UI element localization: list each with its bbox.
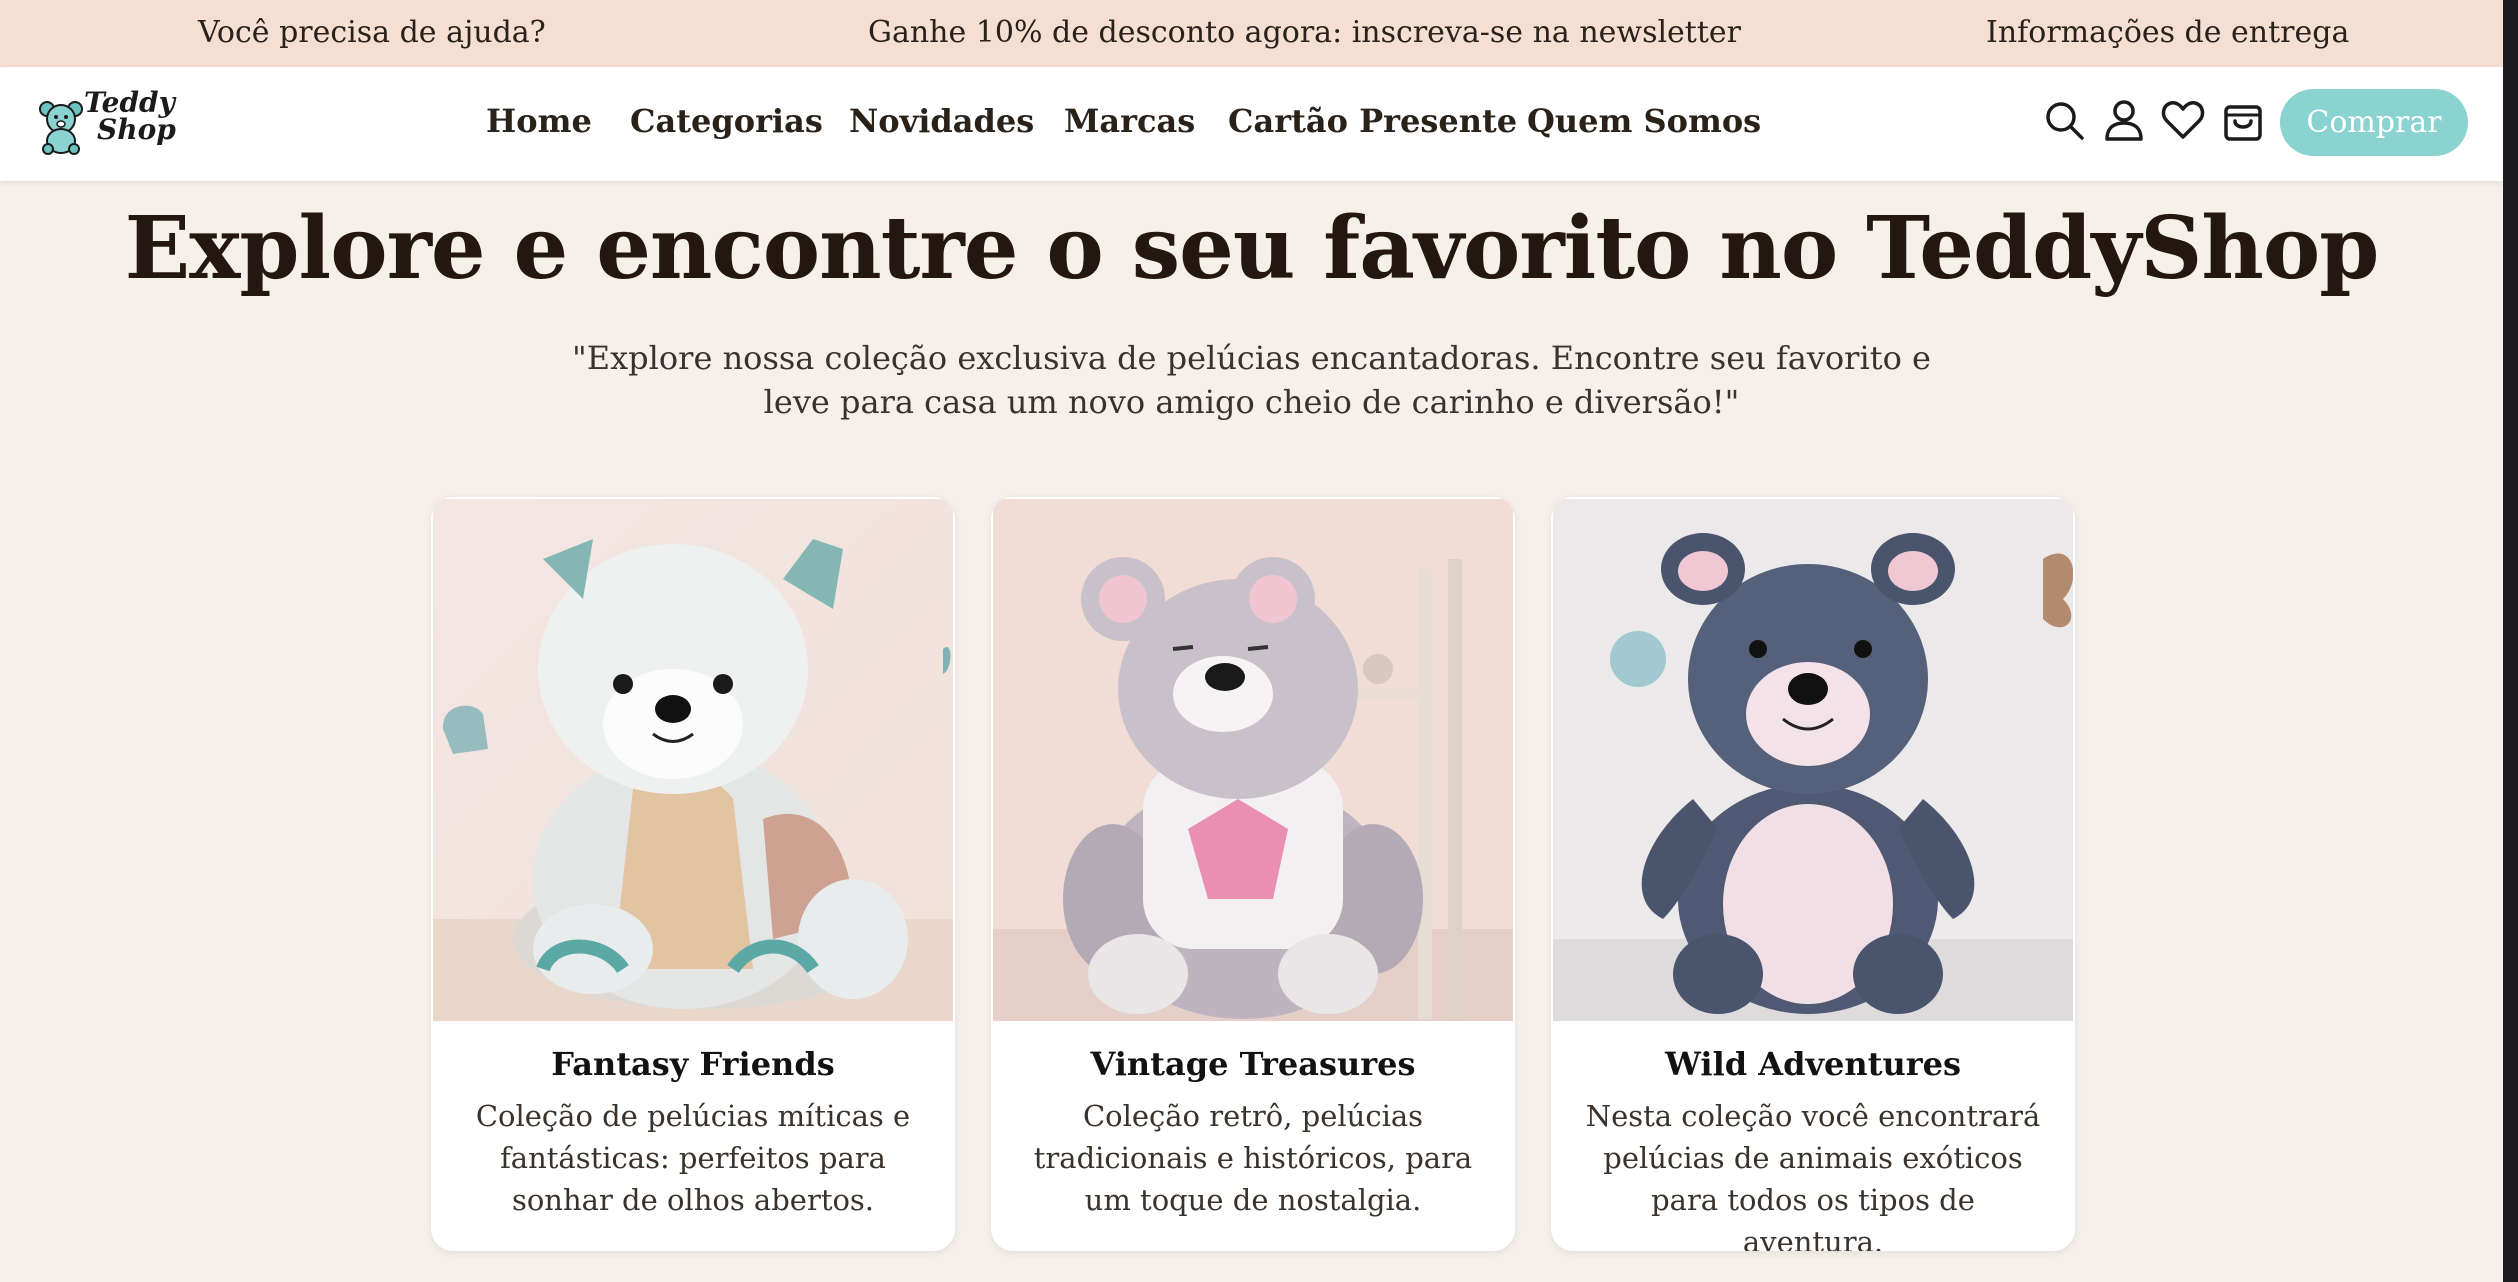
nav-categorias[interactable]: Categorias [630,102,823,140]
window-edge [2503,0,2518,1282]
heart-icon[interactable] [2160,97,2206,143]
logo-line-2: Shop [97,113,176,146]
wild-adventures-plush-image [1553,499,2073,1021]
card-description: Nesta coleção você encontrará pelúcias d… [1585,1099,2041,1251]
nav-quem-somos[interactable]: Quem Somos [1527,102,1761,140]
nav-cartao-presente[interactable]: Cartão Presente [1228,102,1517,140]
shopping-bag-icon[interactable] [2220,97,2266,143]
teddy-bear-logo-icon [39,101,83,155]
vintage-treasures-plush-image [993,499,1513,1021]
collection-card-fantasy-friends[interactable]: Fantasy Friends Coleção de pelúcias míti… [431,497,955,1251]
search-icon[interactable] [2041,97,2087,143]
collection-card-wild-adventures[interactable]: Wild Adventures Nesta coleção você encon… [1551,497,2075,1251]
collection-card-vintage-treasures[interactable]: Vintage Treasures Coleção retrô, pelúcia… [991,497,1515,1251]
card-title: Vintage Treasures [1090,1045,1416,1083]
card-title: Fantasy Friends [551,1045,835,1083]
card-description: Coleção retrô, pelúcias tradicionais e h… [1033,1099,1473,1217]
main-navbar: Teddy Shop Home Categorias Novidades Mar… [0,67,2503,181]
user-icon[interactable] [2101,97,2147,143]
card-title: Wild Adventures [1665,1045,1961,1083]
buy-button[interactable]: Comprar [2280,89,2468,156]
help-link[interactable]: Você precisa de ajuda? [198,15,546,50]
nav-marcas[interactable]: Marcas [1064,102,1195,140]
page-subtitle: "Explore nossa coleção exclusiva de pelú… [572,339,1931,421]
logo-wordmark: Teddy Shop [84,89,176,146]
newsletter-promo-link[interactable]: Ganhe 10% de desconto agora: inscreva-se… [868,15,1741,50]
nav-novidades[interactable]: Novidades [849,102,1034,140]
teddyshop-logo[interactable]: Teddy Shop [38,89,188,159]
page-title: Explore e encontre o seu favorito no Ted… [124,198,2380,299]
card-description: Coleção de pelúcias míticas e fantástica… [475,1099,911,1217]
nav-home[interactable]: Home [486,102,592,140]
announcement-bar: Você precisa de ajuda? Ganhe 10% de desc… [0,0,2503,67]
delivery-info-link[interactable]: Informações de entrega [1986,15,2349,50]
fantasy-friends-plush-image [433,499,953,1021]
